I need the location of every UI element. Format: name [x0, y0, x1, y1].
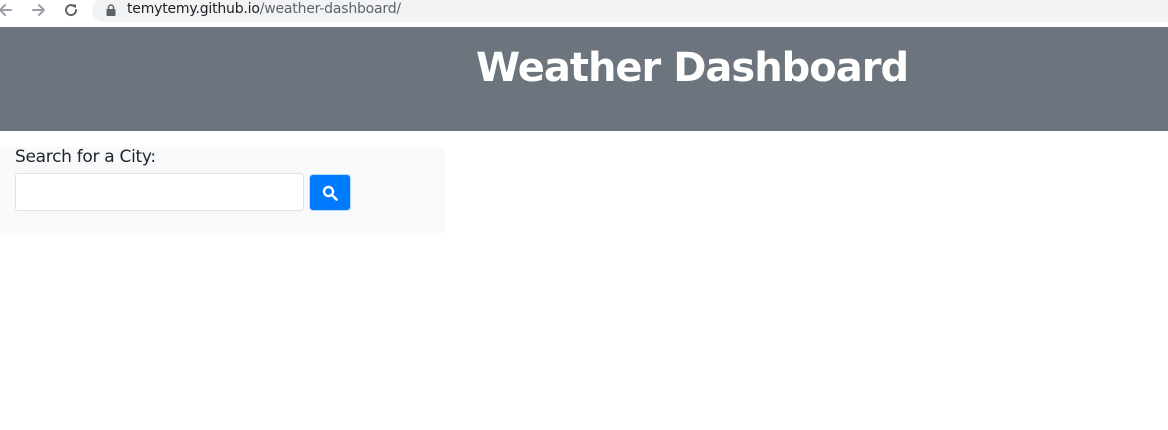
back-arrow-icon: [0, 4, 12, 16]
address-bar[interactable]: temytemy.github.io/weather-dashboard/: [92, 0, 1168, 22]
search-button[interactable]: [309, 174, 351, 211]
search-label: Search for a City:: [15, 147, 156, 167]
url-host: temytemy.github.io: [127, 1, 260, 17]
back-button[interactable]: [0, 0, 16, 20]
reload-icon: [65, 4, 78, 17]
reload-button[interactable]: [60, 0, 82, 20]
search-icon: [322, 185, 338, 201]
page-title: Weather Dashboard: [476, 45, 909, 91]
city-search-input[interactable]: [15, 173, 304, 211]
browser-toolbar: temytemy.github.io/weather-dashboard/: [0, 0, 1168, 27]
forward-button[interactable]: [28, 0, 50, 20]
lock-icon: [106, 4, 116, 16]
url-text: temytemy.github.io/weather-dashboard/: [127, 1, 401, 17]
page-header: Weather Dashboard: [0, 27, 1168, 131]
url-path: /weather-dashboard/: [259, 1, 401, 17]
search-panel: Search for a City:: [0, 147, 445, 233]
forward-arrow-icon: [32, 4, 45, 16]
